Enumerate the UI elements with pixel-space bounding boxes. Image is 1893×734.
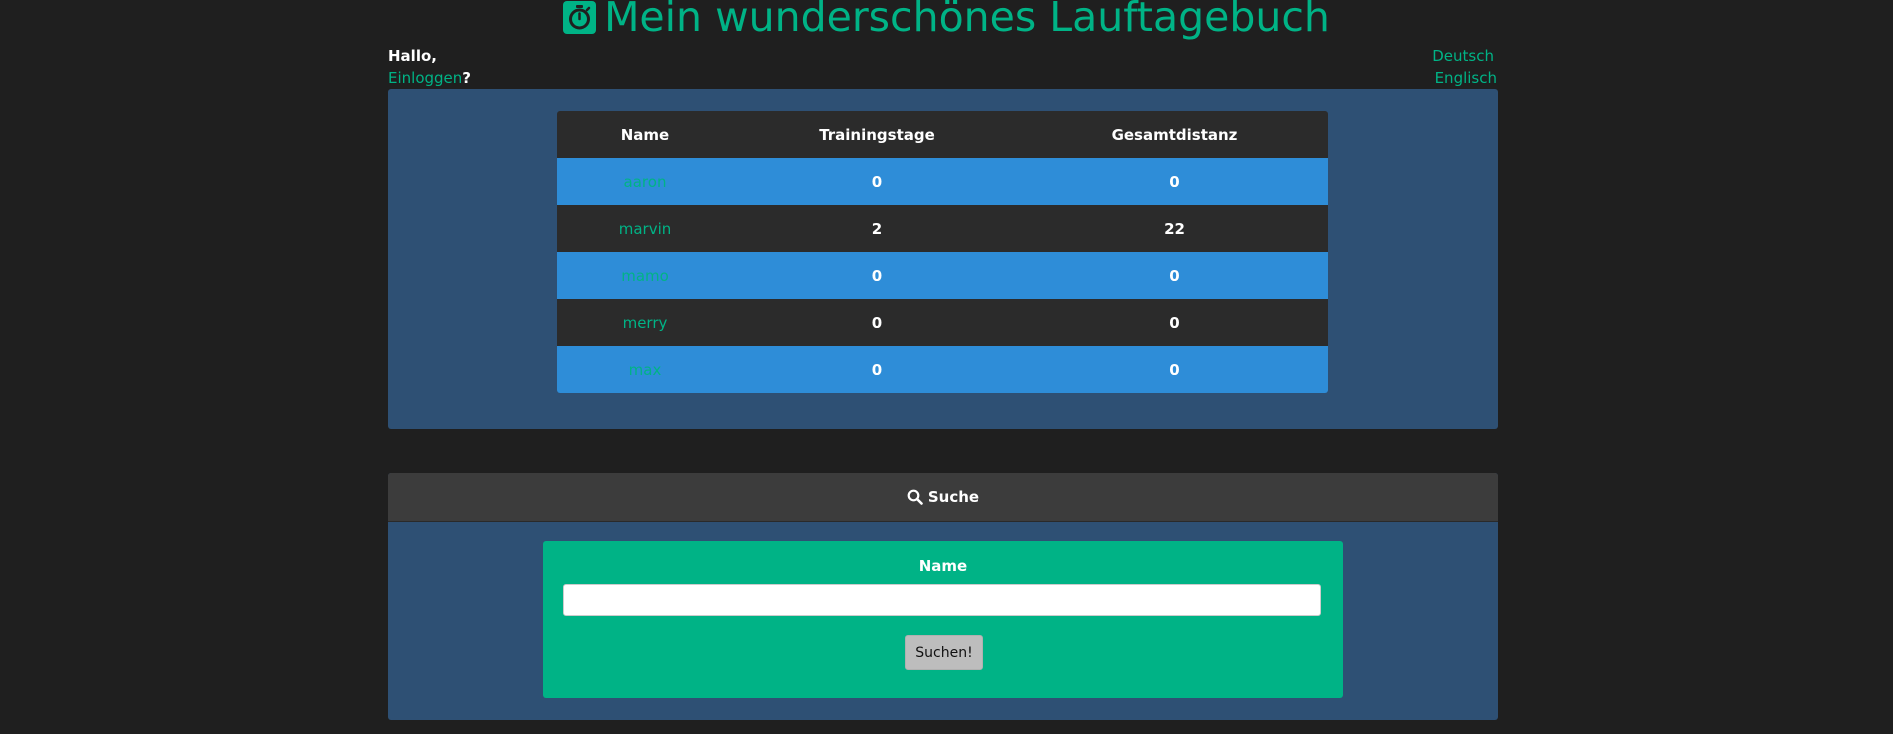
total-distance-cell: 0 (1021, 158, 1328, 205)
ranking-table: Name Trainingstage Gesamtdistanz aaron 0… (557, 111, 1328, 393)
table-row: merry 0 0 (557, 299, 1328, 346)
column-header-training-days: Trainingstage (733, 111, 1021, 158)
title-row: Mein wunderschönes Lauftagebuch (563, 0, 1330, 41)
training-days-cell: 2 (733, 205, 1021, 252)
name-cell: merry (557, 299, 733, 346)
total-distance-cell: 0 (1021, 346, 1328, 393)
title-text: Mein wunderschönes Lauftagebuch (604, 0, 1330, 41)
search-header-label: Suche (927, 488, 980, 506)
search-button[interactable]: Suchen! (905, 635, 983, 670)
user-link[interactable]: aaron (624, 173, 667, 191)
table-row: mamo 0 0 (557, 252, 1328, 299)
user-link[interactable]: marvin (619, 220, 672, 238)
search-name-input[interactable] (563, 584, 1321, 616)
search-name-label: Name (918, 557, 968, 575)
search-icon (907, 489, 923, 505)
stopwatch-icon (563, 0, 597, 34)
user-link[interactable]: mamo (621, 267, 669, 285)
table-row: aaron 0 0 (557, 158, 1328, 205)
name-cell: marvin (557, 205, 733, 252)
user-link[interactable]: merry (623, 314, 668, 332)
page-title: Mein wunderschönes Lauftagebuch (0, 0, 1893, 41)
name-cell: mamo (557, 252, 733, 299)
search-panel: Suche Name Suchen! (388, 473, 1498, 720)
language-german-link[interactable]: Deutsch (1432, 48, 1494, 65)
column-header-total-distance: Gesamtdistanz (1021, 111, 1328, 158)
column-header-name: Name (557, 111, 733, 158)
training-days-cell: 0 (733, 346, 1021, 393)
training-days-cell: 0 (733, 299, 1021, 346)
table-row: marvin 2 22 (557, 205, 1328, 252)
total-distance-cell: 22 (1021, 205, 1328, 252)
language-english-link[interactable]: Englisch (1435, 70, 1497, 87)
greeting: Hallo, (388, 47, 437, 65)
login-prompt: Einloggen? (388, 70, 471, 87)
table-row: max 0 0 (557, 346, 1328, 393)
search-form: Name Suchen! (543, 541, 1343, 698)
login-suffix: ? (462, 69, 471, 87)
total-distance-cell: 0 (1021, 299, 1328, 346)
page: Mein wunderschönes Lauftagebuch Hallo, E… (0, 0, 1893, 734)
ranking-panel: Name Trainingstage Gesamtdistanz aaron 0… (388, 89, 1498, 429)
login-link[interactable]: Einloggen (388, 69, 462, 87)
search-panel-header: Suche (388, 473, 1498, 522)
table-header-row: Name Trainingstage Gesamtdistanz (557, 111, 1328, 158)
total-distance-cell: 0 (1021, 252, 1328, 299)
training-days-cell: 0 (733, 158, 1021, 205)
user-link[interactable]: max (629, 361, 662, 379)
name-cell: max (557, 346, 733, 393)
training-days-cell: 0 (733, 252, 1021, 299)
name-cell: aaron (557, 158, 733, 205)
